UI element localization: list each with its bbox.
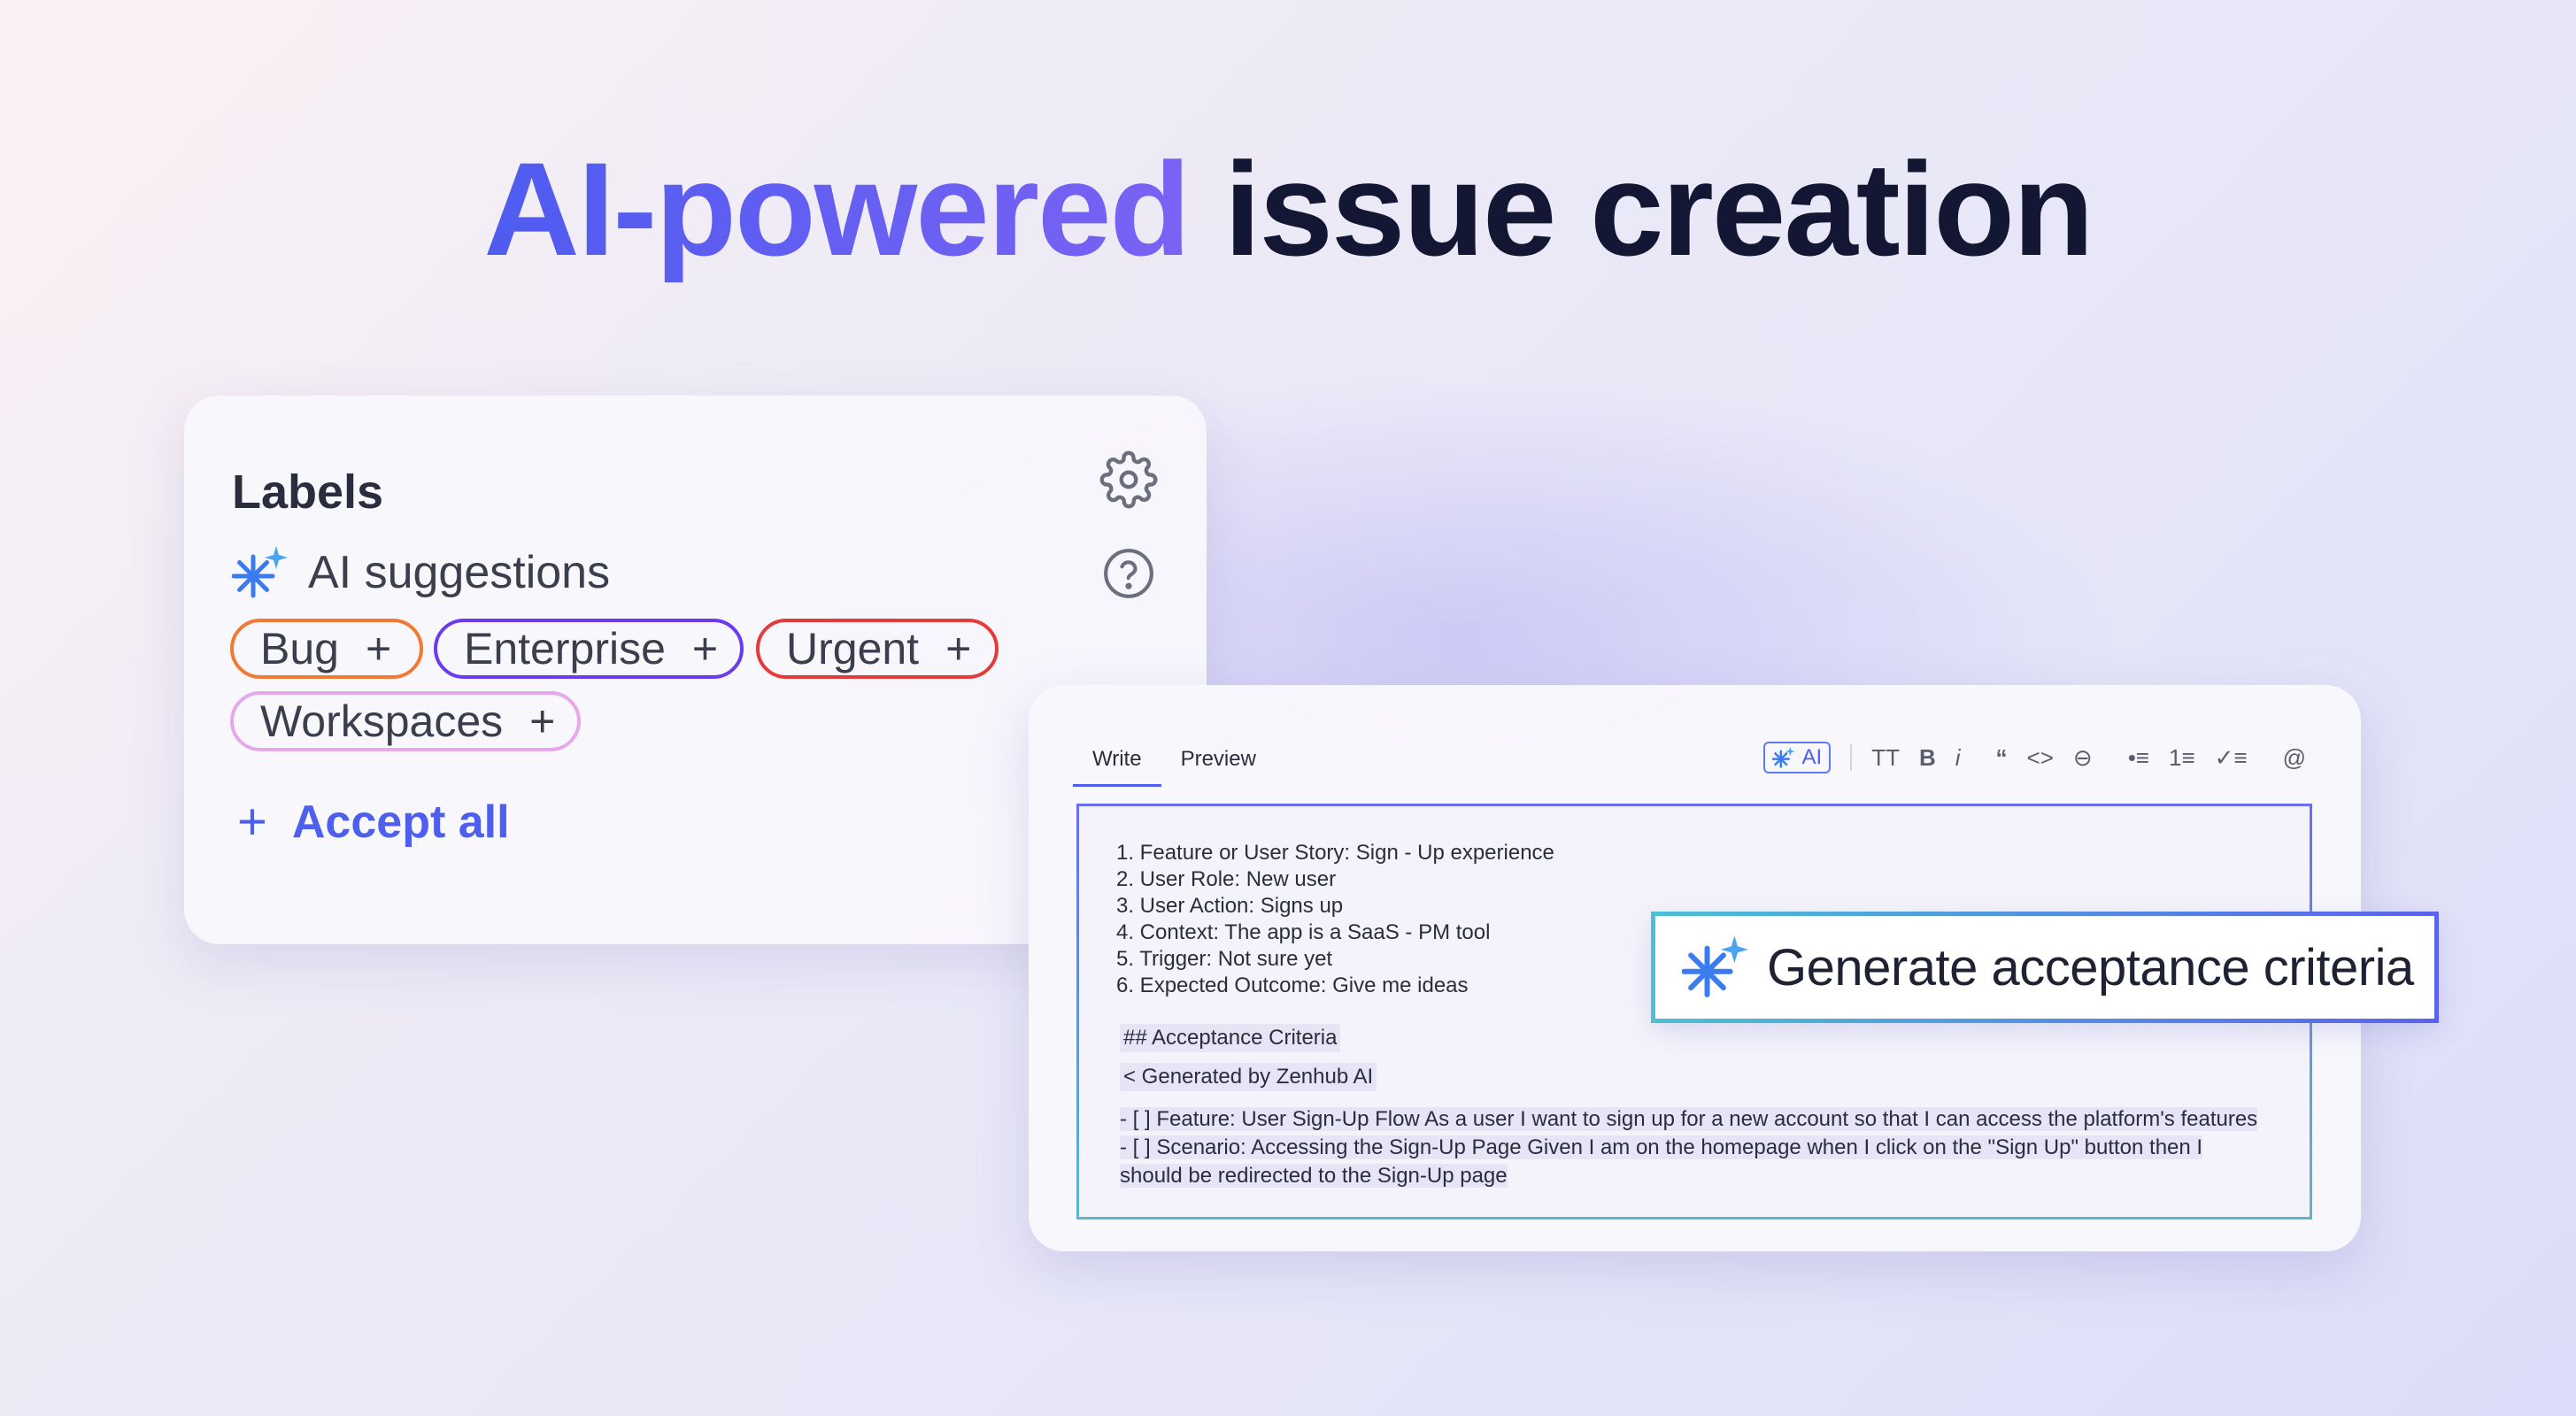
plus-icon[interactable]: + xyxy=(529,696,555,747)
code-icon[interactable]: <> xyxy=(2027,744,2054,772)
list-item: 2. User Role: New user xyxy=(1116,867,1337,891)
gear-icon[interactable] xyxy=(1099,450,1158,509)
headline-accent: AI-powered xyxy=(483,135,1191,283)
ai-button[interactable]: AI xyxy=(1762,742,1832,773)
chip-label: Enterprise xyxy=(464,624,666,673)
text-size-icon[interactable]: TT xyxy=(1871,744,1900,772)
plus-icon[interactable]: + xyxy=(366,623,391,674)
ai-suggestions-label: AI suggestions xyxy=(308,547,611,598)
page-headline: AI-powered issue creation xyxy=(0,133,2576,286)
generate-criteria-button[interactable]: Generate acceptance criteria xyxy=(1651,912,2439,1023)
list-item: 3. User Action: Signs up xyxy=(1116,894,1344,918)
sparkle-icon xyxy=(1771,746,1795,768)
editor-toolbar: AI TT B i “ <> ⊖ •≡ 1≡ ✓≡ @ xyxy=(1762,742,2306,773)
chip-bug[interactable]: Bug + xyxy=(230,619,423,679)
tab-write[interactable]: Write xyxy=(1073,747,1161,787)
toolbar-divider xyxy=(1850,744,1853,771)
quote-icon[interactable]: “ xyxy=(1996,744,2008,772)
criteria-line: - [ ] Feature: User Sign-Up Flow As a us… xyxy=(1120,1107,2258,1131)
task-list-icon[interactable]: ✓≡ xyxy=(2215,744,2248,772)
list-item: 6. Expected Outcome: Give me ideas xyxy=(1116,974,1469,997)
numbered-list-icon[interactable]: 1≡ xyxy=(2169,744,2195,772)
editor-tabs: Write Preview xyxy=(1073,747,1276,787)
criteria-line: - [ ] Scenario: Accessing the Sign-Up Pa… xyxy=(1120,1135,2203,1159)
mention-icon[interactable]: @ xyxy=(2283,744,2306,772)
tab-preview[interactable]: Preview xyxy=(1161,747,1276,787)
chip-urgent[interactable]: Urgent + xyxy=(756,619,999,679)
generated-by-note: < Generated by Zenhub AI xyxy=(1120,1063,1377,1091)
list-item: 5. Trigger: Not sure yet xyxy=(1116,947,1333,971)
ai-suggestions-row: AI suggestions xyxy=(232,544,610,601)
sparkle-icon xyxy=(1682,935,1748,997)
chip-label: Workspaces xyxy=(260,696,504,746)
generate-criteria-label: Generate acceptance criteria xyxy=(1767,938,2414,997)
labels-title: Labels xyxy=(232,466,384,519)
chip-label: Bug xyxy=(260,624,339,673)
bullet-list-icon[interactable]: •≡ xyxy=(2128,744,2149,772)
sparkle-icon xyxy=(232,546,288,598)
italic-icon[interactable]: i xyxy=(1955,744,1961,772)
bold-icon[interactable]: B xyxy=(1919,744,1936,772)
plus-icon[interactable]: + xyxy=(692,623,718,674)
accept-all-button[interactable]: + Accept all xyxy=(237,792,510,851)
ai-button-label: AI xyxy=(1801,745,1823,769)
link-icon[interactable]: ⊖ xyxy=(2073,744,2093,772)
chip-enterprise[interactable]: Enterprise + xyxy=(434,619,744,679)
criteria-items: - [ ] Feature: User Sign-Up Flow As a us… xyxy=(1120,1105,2297,1190)
list-item: 1. Feature or User Story: Sign - Up expe… xyxy=(1116,841,1554,865)
criteria-line: should be redirected to the Sign-Up page xyxy=(1120,1164,1508,1188)
plus-icon[interactable]: + xyxy=(945,623,971,674)
help-icon[interactable] xyxy=(1101,546,1156,601)
headline-rest: issue creation xyxy=(1223,135,2094,283)
chip-label: Urgent xyxy=(786,624,920,673)
story-list: 1. Feature or User Story: Sign - Up expe… xyxy=(1116,840,1554,999)
criteria-heading: ## Acceptance Criteria xyxy=(1120,1024,1341,1052)
plus-icon: + xyxy=(237,793,267,850)
accept-all-label: Accept all xyxy=(291,796,510,848)
chip-workspaces[interactable]: Workspaces + xyxy=(230,691,581,751)
list-item: 4. Context: The app is a SaaS - PM tool xyxy=(1116,920,1491,944)
